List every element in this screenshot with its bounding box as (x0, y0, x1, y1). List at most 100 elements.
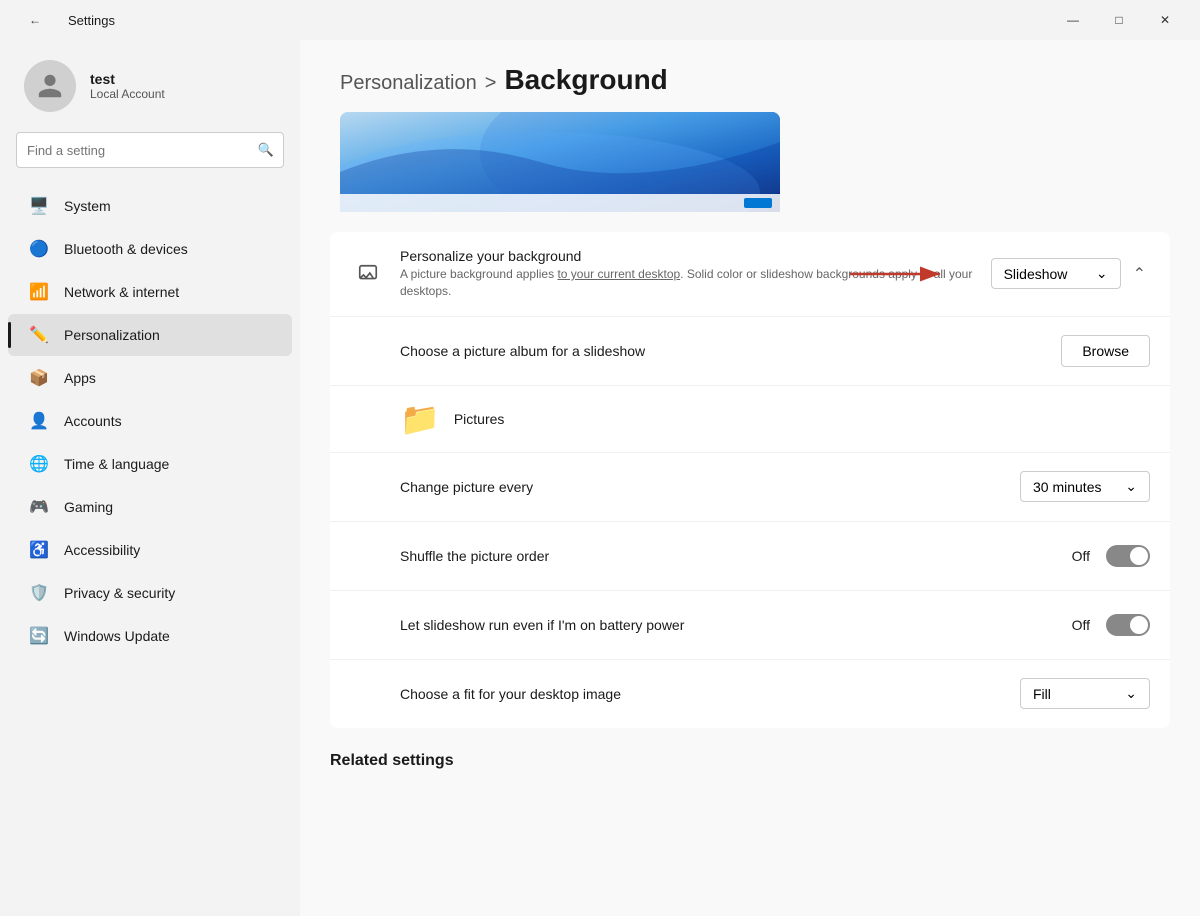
fit-icon-placeholder (350, 676, 386, 712)
user-name: test (90, 71, 165, 87)
privacy-icon: 🛡️ (28, 582, 50, 604)
battery-toggle[interactable] (1106, 614, 1150, 636)
sidebar-item-privacy[interactable]: 🛡️ Privacy & security (8, 572, 292, 614)
folder-icon: 📁 (400, 400, 440, 438)
system-icon: 🖥️ (28, 195, 50, 217)
battery-toggle-label: Off (1072, 617, 1090, 633)
picture-album-label: Choose a picture album for a slideshow (400, 343, 1045, 359)
sidebar-item-system[interactable]: 🖥️ System (8, 185, 292, 227)
arrow-svg (850, 262, 950, 286)
titlebar-left: ← Settings (12, 4, 115, 36)
battery-row: Let slideshow run even if I'm on battery… (330, 591, 1170, 660)
search-box: 🔍 (16, 132, 284, 168)
sidebar-item-gaming[interactable]: 🎮 Gaming (8, 486, 292, 528)
user-icon (36, 72, 64, 100)
browse-button[interactable]: Browse (1061, 335, 1150, 367)
sidebar-label-bluetooth: Bluetooth & devices (64, 241, 188, 257)
sidebar-item-accessibility[interactable]: ♿ Accessibility (8, 529, 292, 571)
accessibility-icon: ♿ (28, 539, 50, 561)
change-picture-chevron: ⌄ (1125, 478, 1137, 495)
personalize-bg-dropdown[interactable]: Slideshow ⌄ (991, 258, 1121, 289)
desc-part1: A picture background applies (400, 267, 557, 281)
personalize-bg-control: Slideshow ⌄ ⌃ (991, 258, 1150, 289)
sidebar-label-time: Time & language (64, 456, 169, 472)
windows-update-icon: 🔄 (28, 625, 50, 647)
fit-dropdown[interactable]: Fill ⌄ (1020, 678, 1150, 709)
bluetooth-icon: 🔵 (28, 238, 50, 260)
sidebar-label-personalization: Personalization (64, 327, 160, 343)
sidebar-label-apps: Apps (64, 370, 96, 386)
titlebar: ← Settings — □ ✕ (0, 0, 1200, 40)
battery-label: Let slideshow run even if I'm on battery… (400, 617, 1056, 633)
sidebar-item-personalization[interactable]: ✏️ Personalization (8, 314, 292, 356)
search-input[interactable] (16, 132, 284, 168)
main-content: Personalization > Background (300, 40, 1200, 916)
expand-section-button[interactable]: ⌃ (1129, 260, 1150, 288)
personalize-icon (350, 256, 386, 292)
change-picture-icon-placeholder (350, 469, 386, 505)
app-body: test Local Account 🔍 🖥️ System 🔵 Bluetoo… (0, 40, 1200, 916)
battery-toggle-knob (1130, 616, 1148, 634)
accounts-icon: 👤 (28, 410, 50, 432)
preview-section (300, 112, 1200, 232)
personalize-bg-row: Personalize your background A picture ba… (330, 232, 1170, 317)
fit-value: Fill (1033, 686, 1051, 702)
desc-link: to your current desktop (557, 267, 680, 281)
personalize-bg-card: Personalize your background A picture ba… (330, 232, 1170, 728)
shuffle-toggle-knob (1130, 547, 1148, 565)
user-info: test Local Account (90, 71, 165, 101)
network-icon: 📶 (28, 281, 50, 303)
pictures-folder-row: 📁 Pictures (330, 386, 1170, 453)
preview-taskbar (340, 194, 780, 212)
fit-text: Choose a fit for your desktop image (400, 686, 1004, 702)
change-picture-control: 30 minutes ⌄ (1020, 471, 1150, 502)
fit-chevron: ⌄ (1125, 685, 1137, 702)
gaming-icon: 🎮 (28, 496, 50, 518)
maximize-button[interactable]: □ (1096, 4, 1142, 36)
sidebar-label-gaming: Gaming (64, 499, 113, 515)
desktop-preview (340, 112, 780, 212)
change-picture-value: 30 minutes (1033, 479, 1101, 495)
search-icon: 🔍 (258, 142, 274, 158)
fit-row: Choose a fit for your desktop image Fill… (330, 660, 1170, 728)
apps-icon: 📦 (28, 367, 50, 389)
back-button[interactable]: ← (12, 4, 58, 36)
sidebar-label-accessibility: Accessibility (64, 542, 140, 558)
sidebar-item-accounts[interactable]: 👤 Accounts (8, 400, 292, 442)
dropdown-chevron: ⌄ (1096, 265, 1108, 282)
shuffle-toggle[interactable] (1106, 545, 1150, 567)
sidebar-label-windows-update: Windows Update (64, 628, 170, 644)
sidebar-item-windows-update[interactable]: 🔄 Windows Update (8, 615, 292, 657)
sidebar-label-accounts: Accounts (64, 413, 122, 429)
related-settings-title: Related settings (330, 752, 1170, 770)
shuffle-text: Shuffle the picture order (400, 548, 1056, 564)
pictures-folder-label: Pictures (454, 411, 505, 427)
sidebar-item-apps[interactable]: 📦 Apps (8, 357, 292, 399)
avatar (24, 60, 76, 112)
page-header: Personalization > Background (300, 40, 1200, 112)
shuffle-control: Off (1072, 545, 1150, 567)
sidebar: test Local Account 🔍 🖥️ System 🔵 Bluetoo… (0, 40, 300, 916)
breadcrumb-current: Background (504, 64, 667, 96)
related-settings: Related settings (300, 732, 1200, 770)
fit-control: Fill ⌄ (1020, 678, 1150, 709)
sidebar-item-time[interactable]: 🌐 Time & language (8, 443, 292, 485)
titlebar-title: Settings (68, 13, 115, 28)
personalization-icon: ✏️ (28, 324, 50, 346)
breadcrumb: Personalization > Background (340, 64, 1160, 96)
breadcrumb-parent: Personalization (340, 72, 477, 95)
minimize-button[interactable]: — (1050, 4, 1096, 36)
time-icon: 🌐 (28, 453, 50, 475)
battery-icon-placeholder (350, 607, 386, 643)
shuffle-label: Shuffle the picture order (400, 548, 1056, 564)
sidebar-item-network[interactable]: 📶 Network & internet (8, 271, 292, 313)
fit-label: Choose a fit for your desktop image (400, 686, 1004, 702)
shuffle-icon-placeholder (350, 538, 386, 574)
change-picture-dropdown[interactable]: 30 minutes ⌄ (1020, 471, 1150, 502)
user-section: test Local Account (0, 40, 300, 132)
personalize-bg-value: Slideshow (1004, 266, 1068, 282)
sidebar-item-bluetooth[interactable]: 🔵 Bluetooth & devices (8, 228, 292, 270)
nav-list: 🖥️ System 🔵 Bluetooth & devices 📶 Networ… (0, 184, 300, 906)
close-button[interactable]: ✕ (1142, 4, 1188, 36)
titlebar-controls: — □ ✕ (1050, 4, 1188, 36)
